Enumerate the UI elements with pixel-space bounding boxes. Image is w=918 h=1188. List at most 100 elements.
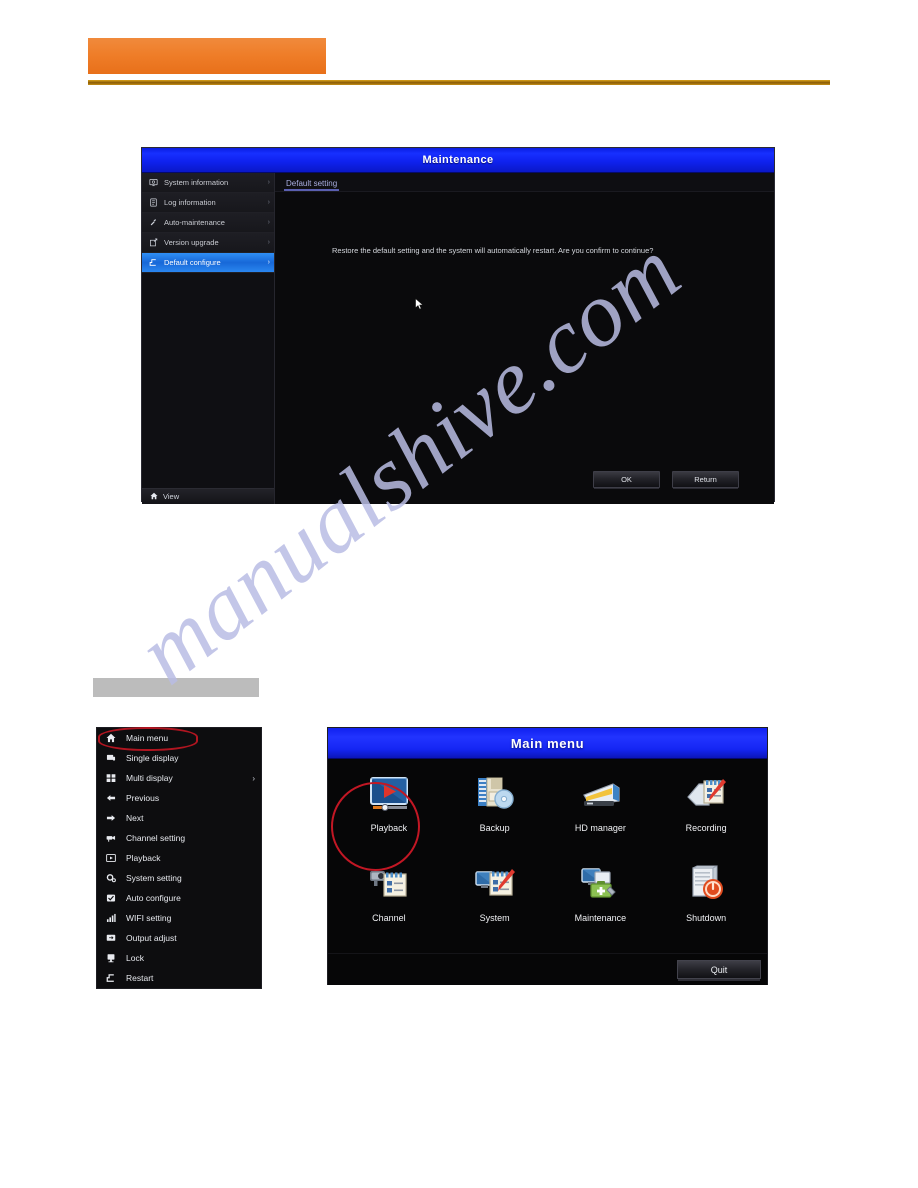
main-menu-title: Main menu [510,735,585,751]
harddisk-icon [578,773,622,817]
main-menu-item-hd-manager[interactable]: HD manager [548,773,654,863]
restart-icon [104,972,117,985]
maintenance-title: Maintenance [422,154,494,166]
context-menu-item-auto-configure[interactable]: Auto configure [97,888,261,908]
shutdown-power-icon [684,863,728,907]
main-menu-item-backup[interactable]: Backup [442,773,548,863]
single-screen-icon [104,752,117,765]
right-click-context-menu: Main menu Single display Multi display ›… [96,727,262,989]
main-menu-item-label: Playback [370,823,408,833]
chevron-right-icon: › [267,239,270,246]
maintenance-content: Default setting Restore the default sett… [275,173,774,504]
monitor-info-icon [148,177,159,188]
tab-default-setting[interactable]: Default setting [284,179,340,191]
lock-icon [104,952,117,965]
upgrade-arrow-icon [148,237,159,248]
context-menu-item-playback[interactable]: Playback [97,848,261,868]
main-menu-item-shutdown[interactable]: Shutdown [653,863,759,953]
sidebar-item-label: Version upgrade [164,238,219,247]
context-menu-item-restart[interactable]: Restart [97,968,261,988]
context-menu-item-label: WIFI setting [126,913,172,923]
main-menu-titlebar: Main menu [328,728,767,759]
main-menu-item-system[interactable]: System [442,863,548,953]
context-menu-item-label: Restart [126,973,154,983]
backup-disc-icon [473,773,517,817]
sidebar-item-auto-maintenance[interactable]: Auto-maintenance › [142,213,274,233]
sidebar-item-label: Auto-maintenance [164,218,225,227]
main-menu-item-playback[interactable]: Playback [336,773,442,863]
maintenance-sidebar: System information › Log information › A… [142,173,275,504]
context-menu-item-label: Next [126,813,144,823]
sidebar-item-system-information[interactable]: System information › [142,173,274,193]
main-menu-item-label: HD manager [574,823,626,833]
context-menu-item-channel-setting[interactable]: Channel setting [97,828,261,848]
maintenance-footer-label: View [163,492,180,501]
chevron-right-icon: › [252,773,255,783]
sidebar-item-label: Log information [164,198,216,207]
context-menu-item-label: Lock [126,953,144,963]
quit-button[interactable]: Quit [677,960,761,979]
main-menu-icon-grid: Playback Backup HD manager Recording Cha… [328,759,767,953]
sidebar-item-log-information[interactable]: Log information › [142,193,274,213]
context-menu-item-label: Channel setting [126,833,186,843]
context-menu-item-multi-display[interactable]: Multi display › [97,768,261,788]
context-menu-item-output-adjust[interactable]: Output adjust [97,928,261,948]
main-menu-item-maintenance[interactable]: Maintenance [548,863,654,953]
home-icon [150,492,158,502]
system-icon [473,863,517,907]
context-menu-item-label: Playback [126,853,161,863]
sidebar-item-label: Default configure [164,258,221,267]
main-menu-item-recording[interactable]: Recording [653,773,759,863]
chevron-right-icon: › [267,199,270,206]
sidebar-spacer [142,273,274,488]
main-menu-item-channel[interactable]: Channel [336,863,442,953]
context-menu-item-label: Main menu [126,733,169,743]
sidebar-item-default-configure[interactable]: Default configure › [142,253,274,273]
main-menu-item-label: System [479,913,510,923]
sidebar-item-version-upgrade[interactable]: Version upgrade › [142,233,274,253]
context-menu-item-label: Previous [126,793,160,803]
checkbox-icon [104,892,117,905]
page-header-band [88,38,326,74]
camera-icon [104,832,117,845]
context-menu-item-wifi-setting[interactable]: WIFI setting [97,908,261,928]
return-button[interactable]: Return [672,471,739,488]
context-menu-item-label: System setting [126,873,182,883]
context-menu-item-lock[interactable]: Lock [97,948,261,968]
main-menu-footer: Quit [328,953,767,985]
chevron-right-icon: › [267,259,270,266]
main-menu-item-label: Channel [372,913,406,923]
context-menu-item-system-setting[interactable]: System setting [97,868,261,888]
main-menu-item-label: Shutdown [686,913,727,923]
context-menu-item-main-menu[interactable]: Main menu [97,728,261,748]
context-menu-item-label: Multi display [126,773,173,783]
chevron-right-icon: › [267,219,270,226]
chevron-right-icon: › [267,179,270,186]
ok-button[interactable]: OK [593,471,660,488]
section-placeholder-band [93,678,259,697]
maintenance-footer-view[interactable]: View [142,488,274,504]
channel-camera-icon [367,863,411,907]
maintenance-body: System information › Log information › A… [142,173,774,504]
arrow-right-icon [104,812,117,825]
main-menu-item-label: Recording [685,823,727,833]
log-document-icon [148,197,159,208]
gear-icon [104,872,117,885]
maintenance-tabstrip: Default setting [275,173,774,192]
page-header-rule [88,80,830,85]
arrow-left-icon [104,792,117,805]
mouse-cursor-icon [415,297,424,310]
maintenance-dialog: Maintenance System information › Log inf… [141,147,775,504]
context-menu-item-single-display[interactable]: Single display [97,748,261,768]
context-menu-item-label: Single display [126,753,179,763]
maintenance-confirm-message: Restore the default setting and the syst… [332,246,654,255]
wrench-icon [148,217,159,228]
maintenance-toolbox-icon [578,863,622,907]
maintenance-button-row: OK Return [593,471,739,488]
sidebar-item-label: System information [164,178,229,187]
context-menu-item-next[interactable]: Next [97,808,261,828]
main-menu-item-label: Maintenance [574,913,627,923]
restore-icon [148,257,159,268]
output-screen-icon [104,932,117,945]
context-menu-item-previous[interactable]: Previous [97,788,261,808]
